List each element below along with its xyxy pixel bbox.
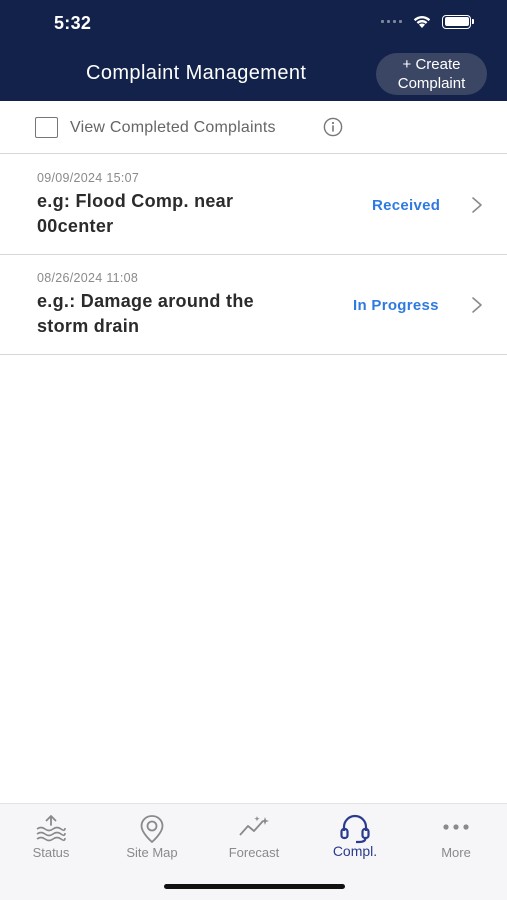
complaint-date: 09/09/2024 15:07	[37, 171, 140, 185]
tab-status[interactable]: Status	[1, 804, 101, 874]
home-indicator[interactable]	[164, 884, 345, 889]
tab-forecast[interactable]: Forecast	[204, 804, 304, 874]
tab-label: More	[441, 845, 471, 860]
tab-complaints[interactable]: Compl.	[305, 804, 405, 874]
battery-icon	[442, 14, 474, 29]
complaint-list-item[interactable]: 09/09/2024 15:07 e.g: Flood Comp. near 0…	[0, 155, 507, 255]
complaint-title: e.g: Flood Comp. near 00center	[37, 189, 327, 239]
forecast-chart-icon	[239, 816, 269, 836]
tab-label: Forecast	[228, 845, 280, 860]
create-complaint-button[interactable]: + Create Complaint	[376, 53, 487, 95]
water-level-icon	[36, 815, 66, 842]
headset-icon	[340, 814, 370, 844]
more-dots-icon	[443, 824, 469, 830]
create-button-label-line2: Complaint	[397, 75, 466, 92]
complaint-status: Received	[372, 197, 441, 214]
map-pin-icon	[140, 815, 164, 844]
chevron-right-icon	[472, 297, 482, 313]
app-header: 5:32 Complaint Management + Create Compl…	[0, 0, 507, 101]
complaint-title-line1: e.g: Flood Comp. near	[37, 191, 234, 211]
complaint-title-line2: storm drain	[37, 316, 140, 336]
wifi-icon	[413, 16, 431, 28]
tab-site-map[interactable]: Site Map	[102, 804, 202, 874]
create-button-label-line1: + Create	[402, 56, 461, 73]
complaint-title-line2: 00center	[37, 216, 114, 236]
tab-label: Status	[32, 845, 70, 860]
cellular-signal-icon	[381, 20, 402, 23]
view-completed-label[interactable]: View Completed Complaints	[70, 119, 276, 137]
complaint-list-item[interactable]: 08/26/2024 11:08 e.g.: Damage around the…	[0, 255, 507, 355]
view-completed-checkbox[interactable]	[35, 117, 58, 138]
tab-label: Compl.	[332, 843, 378, 859]
page-title: Complaint Management	[86, 62, 307, 84]
tab-more[interactable]: More	[406, 804, 506, 874]
complaint-title: e.g.: Damage around the storm drain	[37, 289, 327, 339]
complaint-status: In Progress	[353, 297, 439, 314]
complaint-date: 08/26/2024 11:08	[37, 271, 139, 285]
status-icons	[381, 14, 474, 29]
complaint-title-line1: e.g.: Damage around the	[37, 291, 254, 311]
completed-filter-row: View Completed Complaints	[0, 101, 507, 154]
status-time: 5:32	[54, 13, 92, 33]
tab-label: Site Map	[126, 845, 178, 860]
chevron-right-icon	[472, 197, 482, 213]
info-icon[interactable]	[323, 117, 343, 137]
